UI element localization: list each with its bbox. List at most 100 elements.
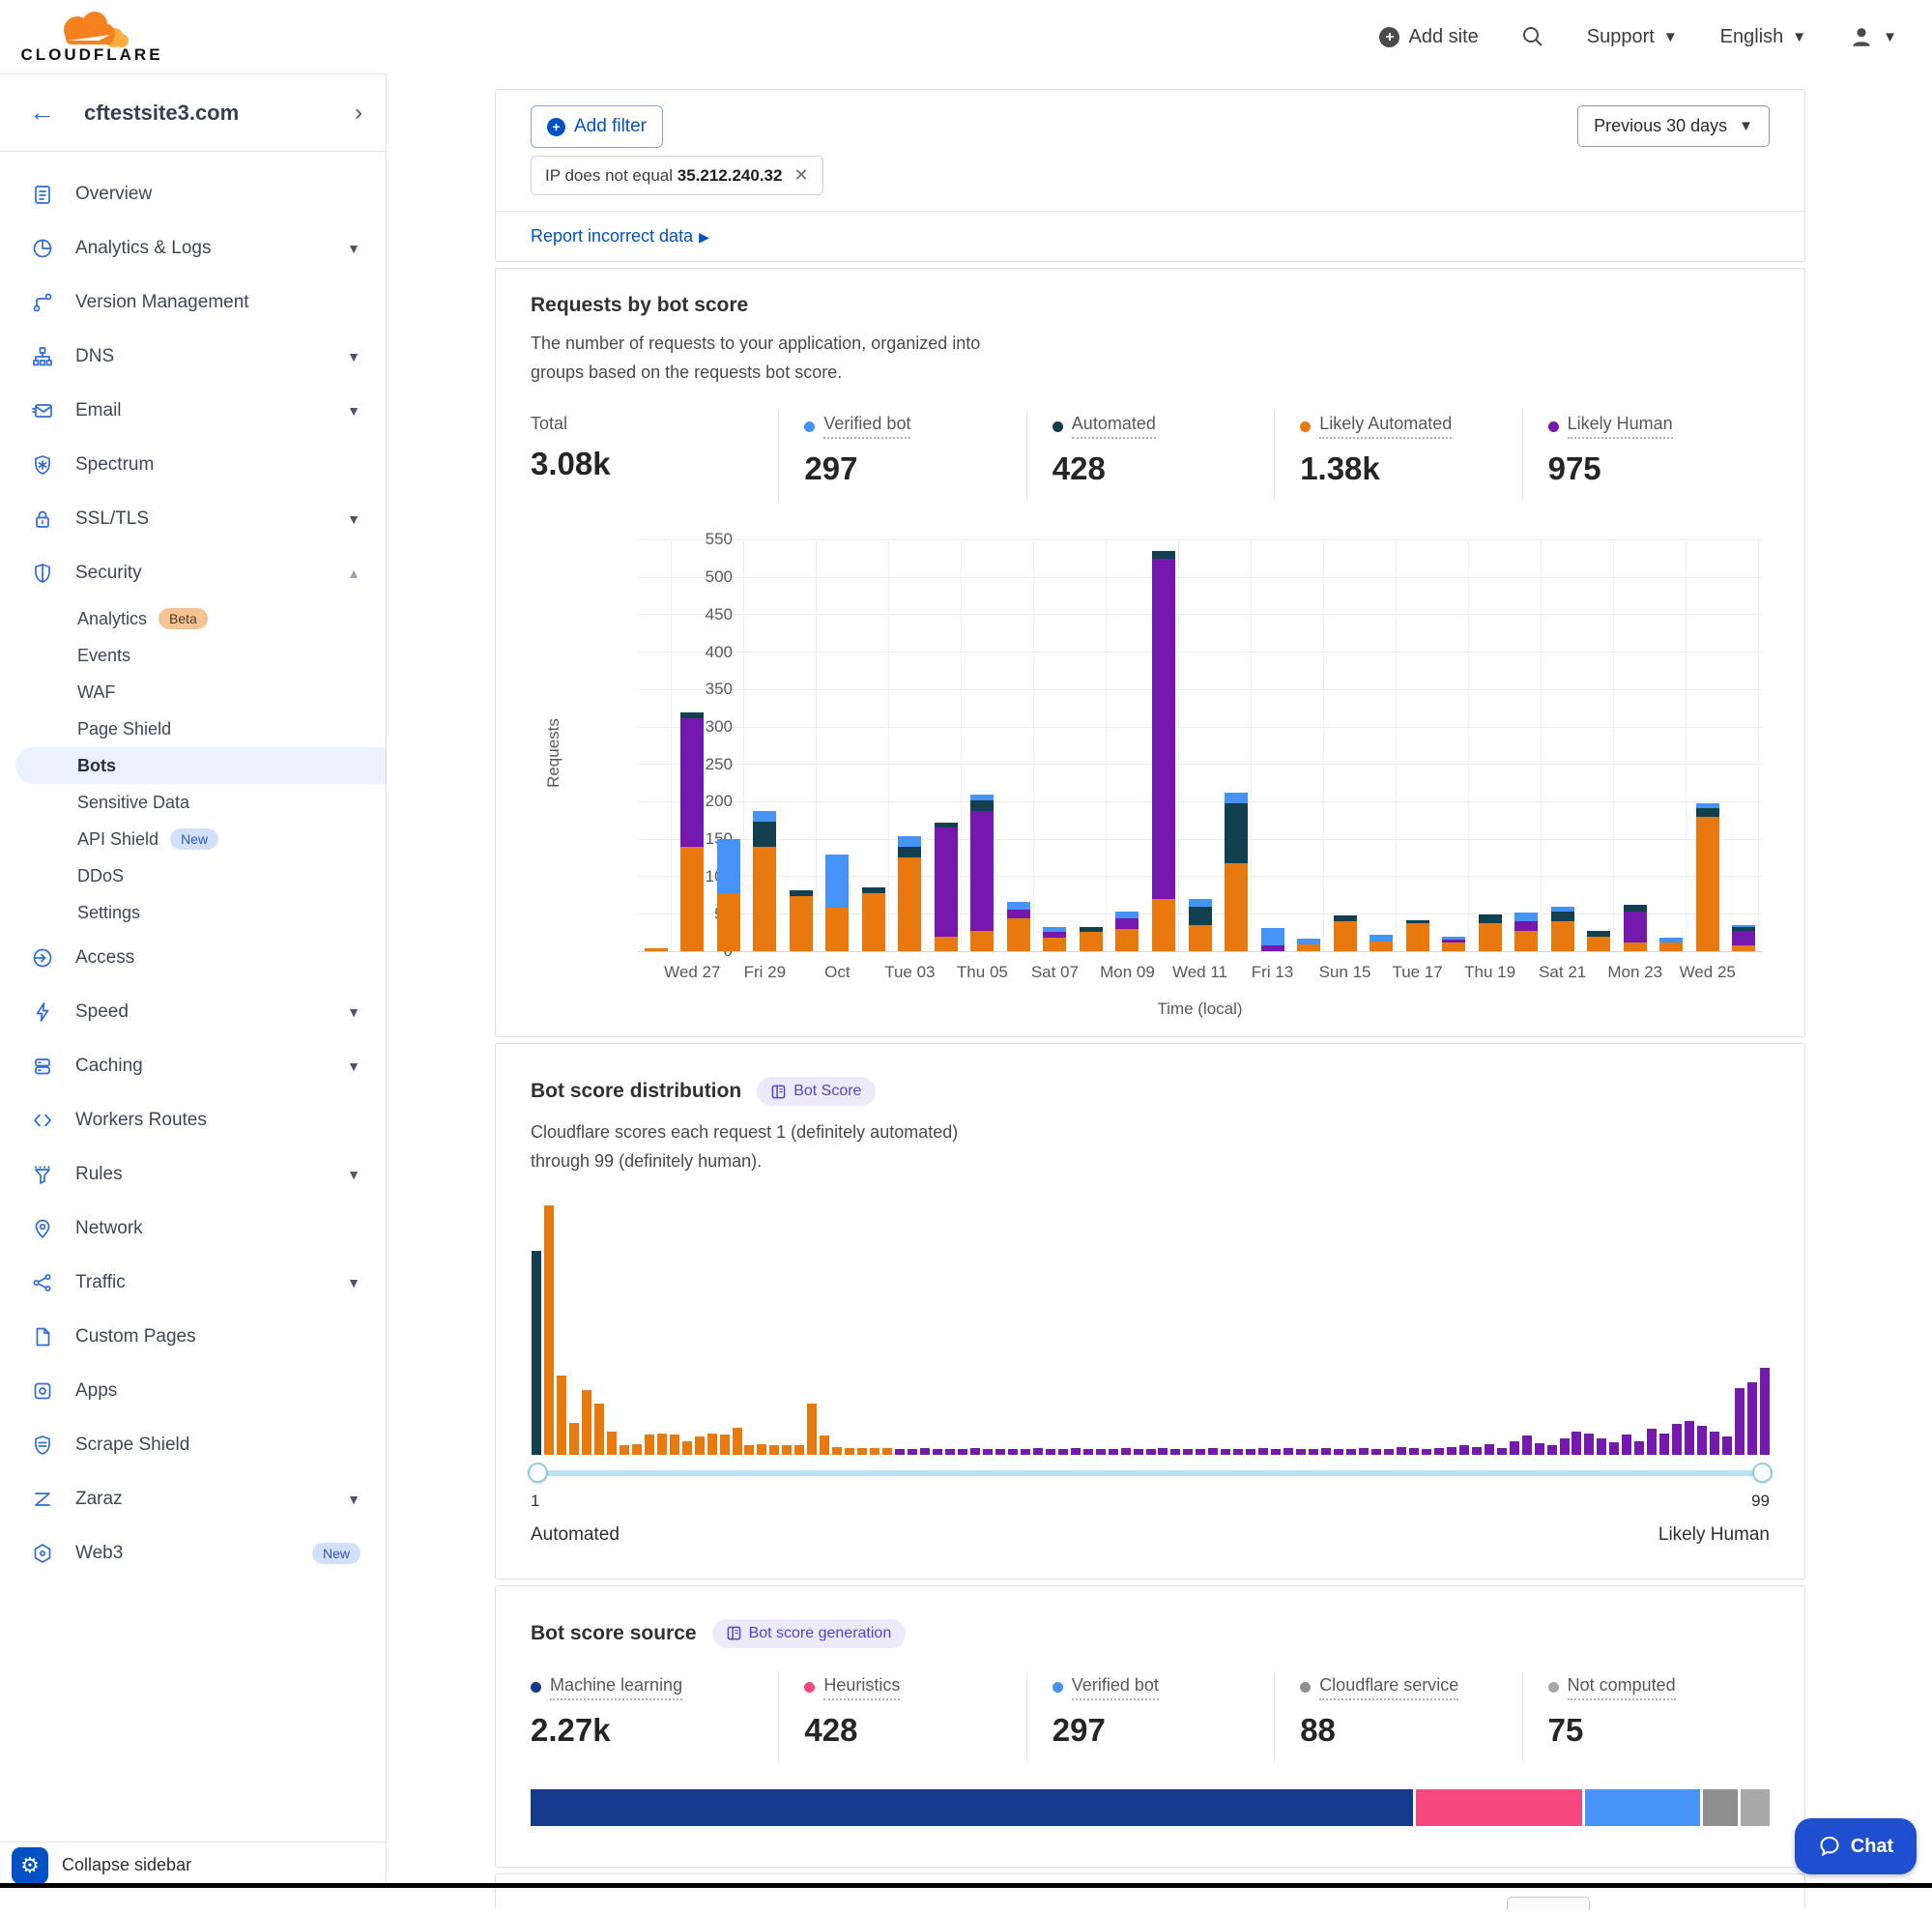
stacked-bar[interactable]: [898, 836, 921, 951]
stacked-bar[interactable]: [1370, 935, 1393, 951]
sidebar-item-overview[interactable]: Overview: [0, 167, 386, 221]
collapse-sidebar-button[interactable]: Collapse sidebar: [62, 1855, 191, 1875]
legend-dot: [1548, 421, 1559, 432]
sidebar-item-version-management[interactable]: Version Management: [0, 276, 386, 330]
sidebar-item-speed[interactable]: Speed▼: [0, 985, 386, 1039]
stacked-bar[interactable]: [1152, 551, 1175, 951]
stacked-bar[interactable]: [1696, 803, 1719, 951]
histogram-bar-score-28: [870, 1448, 879, 1455]
sidebar-item-custom-pages[interactable]: Custom Pages: [0, 1310, 386, 1364]
date-range-select[interactable]: Previous 30 days ▼: [1577, 105, 1770, 147]
stacked-bar[interactable]: [1189, 899, 1212, 951]
sidebar-item-web3[interactable]: Web3New: [0, 1526, 386, 1580]
slider-max-label: Likely Human: [1658, 1524, 1770, 1546]
slider-handle-min[interactable]: [528, 1463, 548, 1483]
sidebar-item-ssl-tls[interactable]: SSL/TLS▼: [0, 492, 386, 546]
sidebar-subitem-bots[interactable]: Bots: [15, 747, 386, 784]
sidebar-item-scrape-shield[interactable]: Scrape Shield: [0, 1418, 386, 1472]
stacked-bar[interactable]: [1406, 920, 1429, 952]
gridline: [961, 539, 962, 951]
add-site-button[interactable]: + Add site: [1379, 26, 1478, 48]
stacked-bar[interactable]: [1080, 927, 1103, 952]
stacked-bar[interactable]: [1624, 905, 1647, 951]
stacked-bar[interactable]: [1297, 939, 1320, 951]
stacked-bar[interactable]: [753, 811, 776, 952]
stacked-bar[interactable]: [825, 855, 849, 952]
histogram-bar-score-85: [1584, 1434, 1594, 1455]
histogram-bar-score-5: [582, 1390, 591, 1454]
report-incorrect-data-link[interactable]: Report incorrect data▶: [531, 226, 709, 246]
stacked-bar[interactable]: [1115, 912, 1139, 951]
histogram-bar-score-24: [820, 1436, 829, 1455]
slider-track[interactable]: [531, 1470, 1770, 1476]
sidebar-item-analytics-logs[interactable]: Analytics & Logs▼: [0, 221, 386, 276]
sidebar-item-caching[interactable]: Caching▼: [0, 1039, 386, 1093]
sidebar-item-label: Overview: [75, 184, 360, 205]
stacked-bar[interactable]: [1732, 925, 1755, 952]
sidebar-subitem-analytics[interactable]: AnalyticsBeta: [0, 600, 386, 637]
stacked-bar[interactable]: [1007, 902, 1030, 951]
sidebar-item-traffic[interactable]: Traffic▼: [0, 1256, 386, 1310]
stacked-bar[interactable]: [717, 839, 740, 951]
stacked-bar[interactable]: [935, 823, 958, 951]
bar-segment-verified_bot: [1225, 793, 1248, 803]
stacked-bar[interactable]: [1442, 937, 1465, 951]
stacked-bar[interactable]: [645, 948, 668, 952]
histogram-bar-score-46: [1096, 1449, 1106, 1455]
stacked-bar[interactable]: [970, 795, 994, 952]
chat-button[interactable]: Chat: [1795, 1818, 1917, 1874]
sidebar-item-access[interactable]: Access: [0, 931, 386, 985]
stacked-bar[interactable]: [862, 887, 885, 952]
sidebar-item-workers-routes[interactable]: Workers Routes: [0, 1093, 386, 1147]
stacked-bar[interactable]: [1551, 907, 1574, 951]
sidebar-subitem-events[interactable]: Events: [0, 637, 386, 674]
sidebar-subitem-waf[interactable]: WAF: [0, 674, 386, 710]
back-arrow-icon[interactable]: ←: [29, 98, 55, 128]
sidebar-item-spectrum[interactable]: Spectrum: [0, 438, 386, 492]
stacked-bar[interactable]: [1479, 914, 1502, 952]
stacked-bar[interactable]: [1261, 928, 1284, 952]
account-menu[interactable]: ▼: [1849, 24, 1897, 49]
cloudflare-logo[interactable]: CLOUDFLARE: [19, 9, 164, 65]
requests-bar-chart[interactable]: Requests Time (local) Wed 27Fri 29OctTue…: [531, 534, 1770, 1017]
sidebar-item-apps[interactable]: Apps: [0, 1364, 386, 1418]
sidebar-item-rules[interactable]: Rules▼: [0, 1147, 386, 1202]
sidebar-item-zaraz[interactable]: Zaraz▼: [0, 1472, 386, 1526]
sidebar-item-dns[interactable]: DNS▼: [0, 330, 386, 384]
sidebar-subitem-api-shield[interactable]: API ShieldNew: [0, 821, 386, 857]
sidebar-subitem-label: Sensitive Data: [77, 793, 189, 813]
histogram-bar-score-11: [657, 1434, 667, 1455]
sidebar-subitem-settings[interactable]: Settings: [0, 894, 386, 931]
stacked-bar[interactable]: [680, 712, 704, 952]
chevron-down-icon: ▼: [347, 1492, 360, 1507]
section-title: Requests by bot score: [531, 294, 1770, 317]
add-site-label: Add site: [1408, 26, 1478, 48]
sidebar-subitem-page-shield[interactable]: Page Shield: [0, 710, 386, 747]
support-menu[interactable]: Support ▼: [1587, 26, 1678, 48]
bar-segment-likely_human: [1732, 931, 1755, 945]
bot-score-generation-docs-badge[interactable]: Bot score generation: [712, 1619, 907, 1648]
stacked-bar[interactable]: [1587, 931, 1610, 952]
sidebar-item-network[interactable]: Network: [0, 1202, 386, 1256]
histogram-bar-score-83: [1560, 1438, 1570, 1455]
sidebar-item-email[interactable]: Email▼: [0, 384, 386, 438]
settings-gear-button[interactable]: ⚙: [12, 1847, 48, 1884]
stacked-bar[interactable]: [1514, 913, 1538, 951]
remove-filter-icon[interactable]: ✕: [793, 165, 808, 186]
search-button[interactable]: [1521, 25, 1544, 48]
bar-segment-likely_automated: [717, 893, 740, 951]
stacked-bar[interactable]: [1659, 938, 1683, 951]
stacked-bar[interactable]: [1043, 927, 1066, 952]
stacked-bar[interactable]: [1334, 915, 1357, 951]
add-filter-button[interactable]: + Add filter: [531, 105, 663, 148]
slider-handle-max[interactable]: [1752, 1463, 1773, 1483]
sidebar-subitem-sensitive-data[interactable]: Sensitive Data: [0, 784, 386, 821]
stacked-bar[interactable]: [790, 890, 813, 952]
stacked-bar[interactable]: [1225, 793, 1248, 951]
site-switcher-chevron-icon[interactable]: ›: [355, 100, 362, 127]
sidebar-subitem-ddos[interactable]: DDoS: [0, 857, 386, 894]
sidebar-item-security[interactable]: Security▲: [0, 546, 386, 600]
language-menu[interactable]: English ▼: [1720, 26, 1806, 48]
bot-score-histogram[interactable]: [531, 1205, 1770, 1455]
bot-score-docs-badge[interactable]: Bot Score: [757, 1077, 876, 1106]
